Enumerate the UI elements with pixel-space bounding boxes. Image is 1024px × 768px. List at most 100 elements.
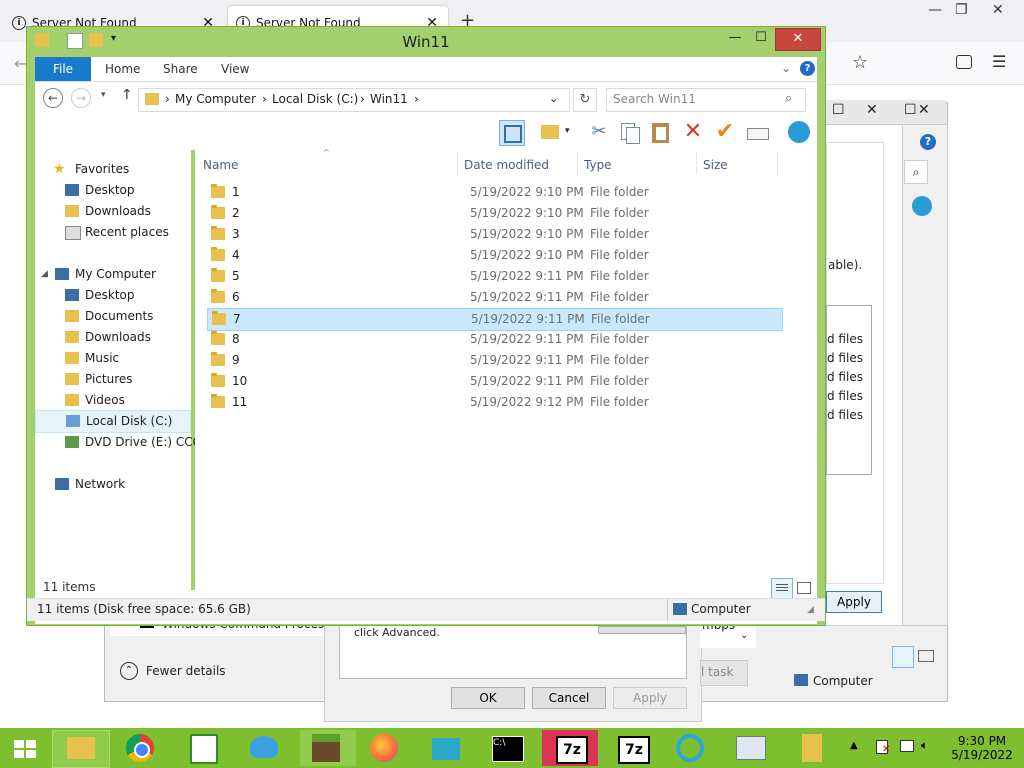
large-icons-view-icon[interactable] (797, 582, 811, 594)
tab-share[interactable]: Share (163, 57, 198, 81)
app-butterfly-icon[interactable] (238, 730, 294, 766)
breadcrumb-sep-icon[interactable]: › (262, 92, 267, 106)
resize-grip-icon[interactable]: ◢ (807, 605, 814, 615)
apply-button[interactable]: Apply (613, 687, 687, 709)
system-config-icon[interactable] (724, 730, 780, 766)
7zip-icon-2[interactable]: 7z (604, 730, 660, 766)
preview-pane-icon[interactable] (499, 120, 525, 146)
forward-icon[interactable]: → (71, 88, 91, 108)
column-divider[interactable] (777, 152, 778, 174)
close-icon[interactable]: ✕ (775, 28, 821, 51)
column-divider[interactable] (577, 152, 578, 174)
paste-icon[interactable] (649, 120, 673, 144)
copy-icon[interactable] (617, 120, 641, 144)
maximize-icon[interactable]: ☐ (832, 102, 845, 118)
address-dropdown-icon[interactable]: ⌄ (549, 92, 558, 105)
details-view-icon[interactable] (771, 578, 793, 600)
breadcrumb-my-computer[interactable]: My Computer (175, 92, 256, 106)
help-icon[interactable]: ? (920, 134, 936, 150)
column-size[interactable]: Size (703, 154, 728, 176)
column-type[interactable]: Type (584, 154, 612, 176)
back-icon[interactable]: ← (43, 88, 63, 108)
recent-locations-icon[interactable]: ▾ (101, 90, 106, 100)
select-icon[interactable] (745, 120, 769, 144)
breadcrumb-sep-icon[interactable]: › (360, 92, 365, 106)
restore-icon[interactable]: ❐ (955, 2, 968, 18)
minimize-icon[interactable]: — (928, 2, 942, 18)
close-icon[interactable]: ✕ (918, 102, 930, 118)
details-view-icon[interactable] (892, 646, 914, 668)
column-date[interactable]: Date modified (464, 154, 549, 176)
table-row[interactable]: 5 5/19/2022 9:11 PM File folder (207, 266, 781, 287)
start-button[interactable] (2, 730, 48, 766)
firefox-icon[interactable] (358, 730, 414, 766)
fewer-details-area[interactable]: ⌃ Fewer details (110, 652, 324, 692)
check-folder-icon[interactable] (539, 120, 563, 144)
table-row[interactable]: 2 5/19/2022 9:10 PM File folder (207, 203, 781, 224)
registry-icon[interactable] (420, 730, 476, 766)
chrome-icon[interactable] (114, 730, 170, 766)
table-row[interactable]: 9 5/19/2022 9:11 PM File folder (207, 350, 781, 371)
network-tray-icon[interactable] (898, 738, 914, 754)
cancel-button[interactable]: Cancel (532, 687, 606, 709)
folder-taskbar-icon[interactable] (786, 730, 842, 766)
table-row[interactable]: 6 5/19/2022 9:11 PM File folder (207, 287, 781, 308)
tiles-view-icon[interactable] (918, 650, 934, 662)
refresh-icon[interactable]: ↻ (573, 88, 597, 112)
address-bar[interactable]: › My Computer › Local Disk (C:) › Win11 … (138, 88, 570, 112)
menu-icon[interactable]: ☰ (992, 52, 1006, 71)
minimize-icon[interactable]: — (722, 28, 748, 49)
clock[interactable]: 9:30 PM 5/19/2022 (946, 734, 1018, 762)
fewer-details-link[interactable]: Fewer details (146, 664, 226, 678)
store-icon[interactable] (176, 730, 232, 766)
rename-check-icon[interactable]: ✔ (713, 120, 737, 144)
volume-muted-icon[interactable]: 🔈︎ (920, 738, 936, 754)
help-icon[interactable]: ? (800, 61, 815, 76)
bookmark-star-icon[interactable]: ☆ (852, 52, 868, 73)
maximize-icon[interactable]: ☐ (748, 28, 774, 49)
advanced-button[interactable] (598, 626, 686, 634)
close-icon[interactable]: ✕ (866, 102, 878, 118)
delete-icon[interactable]: ✕ (681, 120, 705, 144)
apply-button[interactable]: Apply (826, 591, 882, 613)
globe-icon[interactable] (787, 120, 811, 144)
7zip-icon[interactable]: 7z (542, 730, 598, 766)
up-icon[interactable]: ↑ (121, 87, 133, 103)
table-row[interactable]: 11 5/19/2022 9:12 PM File folder (207, 392, 781, 413)
search-icon[interactable]: ⌕ (785, 91, 792, 106)
internet-explorer-icon[interactable] (664, 730, 720, 766)
table-row[interactable]: 8 5/19/2022 9:11 PM File folder (207, 329, 781, 350)
table-row[interactable]: 7 5/19/2022 9:11 PM File folder (207, 308, 783, 331)
column-divider[interactable] (696, 152, 697, 174)
command-prompt-icon[interactable]: C:\ (480, 730, 536, 766)
chevron-down-icon[interactable]: ⌄ (740, 630, 748, 641)
tab-view[interactable]: View (221, 57, 249, 81)
ribbon-expand-icon[interactable]: ⌄ (781, 61, 791, 75)
table-row[interactable]: 3 5/19/2022 9:10 PM File folder (207, 224, 781, 245)
breadcrumb-local-disk[interactable]: Local Disk (C:) (272, 92, 358, 106)
action-center-icon[interactable]: ✕ (874, 738, 890, 755)
table-row[interactable]: 10 5/19/2022 9:11 PM File folder (207, 371, 781, 392)
table-row[interactable]: 4 5/19/2022 9:10 PM File folder (207, 245, 781, 266)
tab-home[interactable]: Home (105, 57, 140, 81)
breadcrumb-sep-icon[interactable]: › (165, 92, 170, 106)
file-explorer-taskbar-icon[interactable] (52, 730, 110, 768)
minecraft-icon[interactable] (300, 730, 356, 766)
close-icon[interactable]: ✕ (992, 2, 1004, 18)
dropdown-icon[interactable]: ▾ (565, 126, 570, 136)
breadcrumb-win11[interactable]: Win11 (370, 92, 408, 106)
show-hidden-icons[interactable]: ▲ (850, 740, 858, 751)
list-box[interactable]: d files d files d files d files d files (826, 305, 872, 475)
pocket-icon[interactable] (956, 55, 972, 69)
tab-file[interactable]: File (35, 57, 91, 81)
maximize-icon[interactable]: ☐ (904, 102, 917, 118)
search-input[interactable]: Search Win11 (613, 92, 696, 106)
end-task-button[interactable]: l task (700, 660, 748, 686)
table-row[interactable]: 1 5/19/2022 9:10 PM File folder (207, 182, 781, 203)
column-divider[interactable] (457, 152, 458, 174)
ok-button[interactable]: OK (451, 687, 525, 709)
search-box[interactable]: Search Win11 ⌕ (606, 88, 806, 112)
expand-icon[interactable]: ◢ (41, 264, 48, 285)
column-name[interactable]: Name (203, 154, 238, 176)
breadcrumb-sep-icon[interactable]: › (414, 92, 419, 106)
